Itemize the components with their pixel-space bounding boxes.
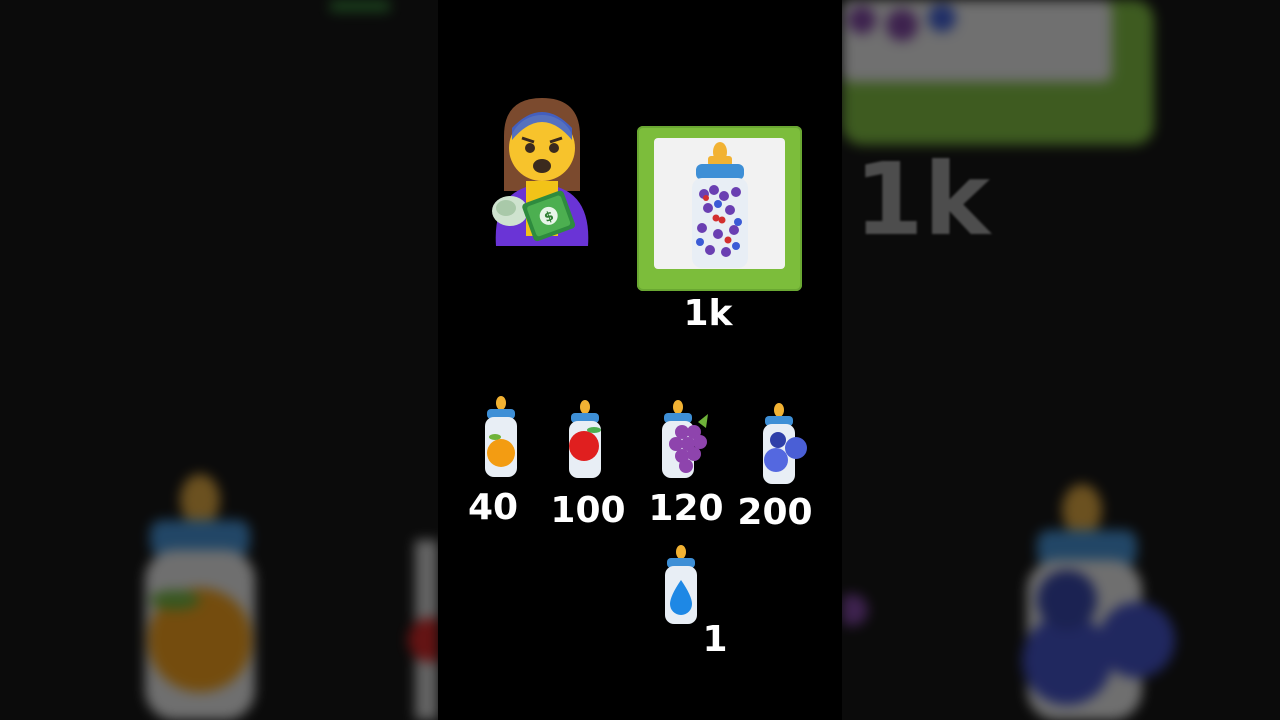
orange-bottle-price: 40 xyxy=(467,487,519,528)
featured-price: 1k xyxy=(683,293,733,334)
left-blurred-panel xyxy=(0,0,438,720)
grapes-bottle-icon[interactable] xyxy=(660,400,712,480)
water-bottle-icon[interactable] xyxy=(662,544,700,626)
orange-bottle-icon[interactable] xyxy=(482,395,520,479)
blueberries-bottle-icon[interactable] xyxy=(760,402,810,486)
apple-bottle-icon[interactable] xyxy=(566,400,606,480)
grapes-bottle-price: 120 xyxy=(648,488,724,529)
featured-bottle-frame[interactable] xyxy=(637,126,802,291)
right-blurred-panel: 1k xyxy=(842,0,1280,720)
blueberries-bottle-price: 200 xyxy=(737,492,813,533)
blurred-orange-bottle-icon xyxy=(145,474,255,720)
apple-bottle-price: 100 xyxy=(550,490,626,531)
anxious-woman-with-money-icon: $ xyxy=(492,98,589,246)
main-panel: $ 1k 40 100 120 200 1 xyxy=(438,0,842,720)
water-bottle-price: 1 xyxy=(702,619,728,660)
mixed-fruit-bottle-icon xyxy=(692,142,748,268)
blurred-price-label: 1k xyxy=(854,141,991,258)
featured-bottle-tile xyxy=(654,138,785,269)
